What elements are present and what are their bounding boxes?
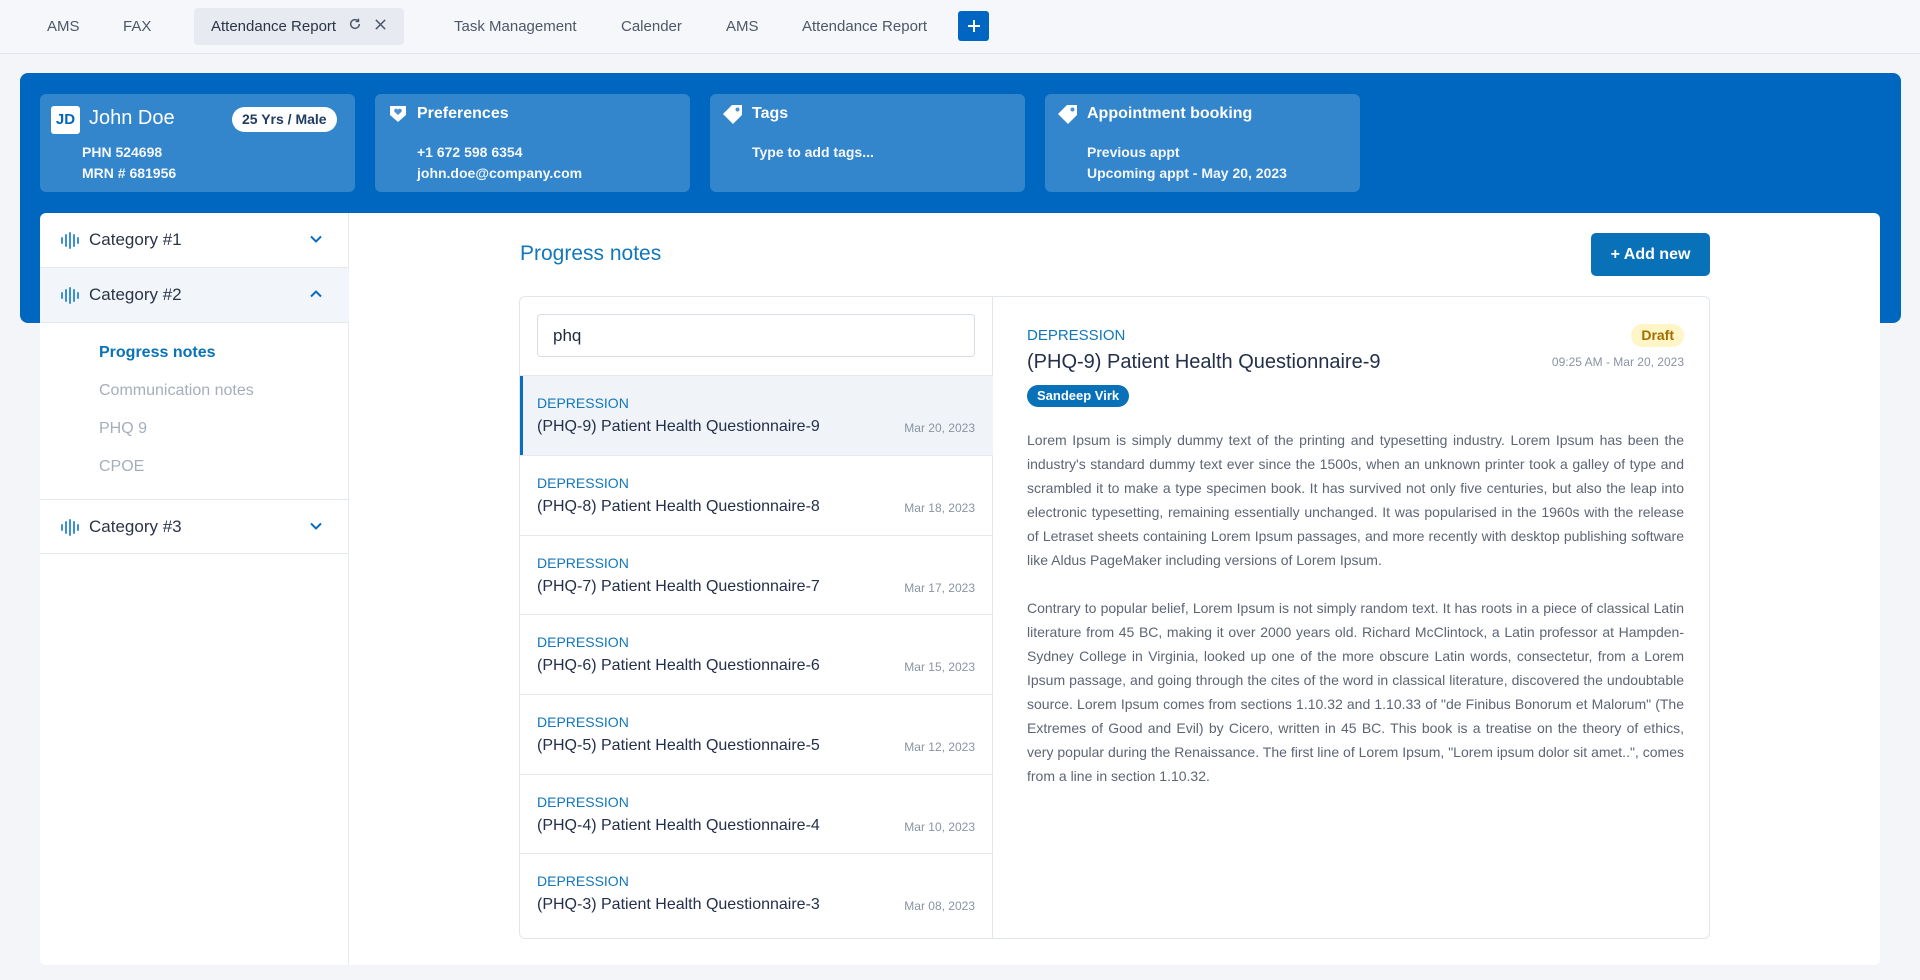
sidebar-item-phq9[interactable]: PHQ 9 (99, 420, 147, 438)
waveform-icon (61, 287, 79, 304)
list-item[interactable]: DEPRESSION (PHQ-4) Patient Health Questi… (520, 774, 993, 854)
note-date: Mar 18, 2023 (904, 501, 975, 515)
note-category: DEPRESSION (537, 555, 629, 571)
sidebar-item-cpoe[interactable]: CPOE (99, 458, 144, 476)
tab-attendance-report-2[interactable]: Attendance Report (802, 8, 927, 45)
sidebar-category-2[interactable]: Category #2 (40, 268, 349, 323)
tag-icon (1058, 105, 1077, 124)
add-new-button[interactable]: + Add new (1591, 233, 1710, 276)
note-title: (PHQ-6) Patient Health Questionnaire-6 (537, 657, 820, 674)
chevron-down-icon (310, 522, 322, 530)
preferences-phone: +1 672 598 6354 (417, 144, 523, 160)
upcoming-appt[interactable]: Upcoming appt - May 20, 2023 (1087, 165, 1287, 181)
chevron-down-icon (310, 235, 322, 243)
sidebar-item-communication-notes[interactable]: Communication notes (99, 382, 254, 400)
category-label: Category #2 (89, 285, 182, 304)
note-date: Mar 12, 2023 (904, 740, 975, 754)
hand-heart-icon (390, 106, 406, 122)
sidebar (40, 213, 349, 965)
tab-bar: AMS FAX Attendance Report Task Managemen… (0, 0, 1920, 54)
tag-icon (723, 105, 742, 124)
tags-title: Tags (752, 105, 789, 122)
tags-card[interactable]: Tags Type to add tags... (710, 94, 1025, 192)
patient-name: John Doe (89, 107, 175, 129)
status-badge: Draft (1631, 324, 1684, 347)
note-date: Mar 08, 2023 (904, 899, 975, 913)
category-label: Category #3 (89, 517, 182, 536)
age-sex-badge: 25 Yrs / Male (232, 107, 337, 132)
waveform-icon (61, 232, 79, 249)
note-category: DEPRESSION (537, 873, 629, 889)
tab-ams-2[interactable]: AMS (726, 8, 759, 45)
search-input[interactable] (537, 314, 975, 357)
note-date: Mar 17, 2023 (904, 581, 975, 595)
list-item[interactable]: DEPRESSION (PHQ-3) Patient Health Questi… (520, 853, 993, 938)
close-icon[interactable] (374, 8, 387, 45)
add-tab-button[interactable] (958, 11, 989, 41)
note-category: DEPRESSION (537, 475, 629, 491)
tab-ams[interactable]: AMS (47, 8, 80, 45)
list-item[interactable]: DEPRESSION (PHQ-5) Patient Health Questi… (520, 694, 993, 774)
list-item[interactable]: DEPRESSION (PHQ-6) Patient Health Questi… (520, 614, 993, 694)
category-label: Category #1 (89, 230, 182, 249)
sidebar-category-3[interactable]: Category #3 (40, 499, 349, 554)
refresh-icon[interactable] (348, 8, 362, 45)
appointment-title: Appointment booking (1087, 105, 1253, 122)
tab-fax[interactable]: FAX (123, 8, 151, 45)
sidebar-item-progress-notes[interactable]: Progress notes (99, 344, 215, 362)
note-category: DEPRESSION (537, 395, 629, 411)
note-date: Mar 20, 2023 (904, 421, 975, 435)
list-item[interactable]: DEPRESSION (PHQ-7) Patient Health Questi… (520, 535, 993, 615)
note-title: (PHQ-3) Patient Health Questionnaire-3 (537, 896, 820, 913)
waveform-icon (61, 519, 79, 536)
list-item[interactable]: DEPRESSION (PHQ-9) Patient Health Questi… (520, 375, 993, 455)
patient-card: JD John Doe 25 Yrs / Male PHN 524698 MRN… (40, 94, 355, 192)
tab-label: Attendance Report (211, 18, 337, 35)
note-title: (PHQ-9) Patient Health Questionnaire-9 (537, 418, 820, 435)
patient-phn: PHN 524698 (82, 144, 163, 160)
note-category: DEPRESSION (537, 714, 629, 730)
tab-calender[interactable]: Calender (621, 8, 682, 45)
note-detail: DEPRESSION (PHQ-9) Patient Health Questi… (993, 297, 1709, 938)
page-title: Progress notes (520, 242, 662, 265)
detail-paragraph-1: Lorem Ipsum is simply dummy text of the … (1027, 432, 1684, 568)
patient-initials: JD (51, 106, 80, 134)
detail-paragraph-2: Contrary to popular belief, Lorem Ipsum … (1027, 600, 1684, 784)
preferences-title: Preferences (417, 105, 509, 122)
appointment-card[interactable]: Appointment booking Previous appt Upcomi… (1045, 94, 1360, 192)
previous-appt[interactable]: Previous appt (1087, 144, 1180, 160)
note-title: (PHQ-8) Patient Health Questionnaire-8 (537, 498, 820, 515)
note-title: (PHQ-5) Patient Health Questionnaire-5 (537, 737, 820, 754)
note-category: DEPRESSION (537, 794, 629, 810)
note-date: Mar 15, 2023 (904, 660, 975, 674)
patient-mrn: MRN # 681956 (82, 165, 177, 181)
plus-icon (967, 20, 980, 32)
sidebar-category-1[interactable]: Category #1 (40, 213, 349, 268)
tab-attendance-report-active[interactable]: Attendance Report (194, 8, 405, 45)
note-date: Mar 10, 2023 (904, 820, 975, 834)
detail-timestamp: 09:25 AM - Mar 20, 2023 (1551, 355, 1684, 369)
detail-title: (PHQ-9) Patient Health Questionnaire-9 (1027, 351, 1381, 373)
list-item[interactable]: DEPRESSION (PHQ-8) Patient Health Questi… (520, 455, 993, 535)
tags-input-placeholder[interactable]: Type to add tags... (752, 144, 874, 160)
preferences-email: john.doe@company.com (417, 165, 583, 181)
note-category: DEPRESSION (537, 634, 629, 650)
tab-task-management[interactable]: Task Management (454, 8, 577, 45)
preferences-card[interactable]: Preferences +1 672 598 6354 john.doe@com… (375, 94, 690, 192)
note-title: (PHQ-7) Patient Health Questionnaire-7 (537, 578, 820, 595)
detail-category: DEPRESSION (1027, 327, 1126, 344)
note-title: (PHQ-4) Patient Health Questionnaire-4 (537, 817, 820, 834)
author-badge: Sandeep Virk (1027, 385, 1130, 407)
chevron-up-icon (310, 290, 322, 298)
